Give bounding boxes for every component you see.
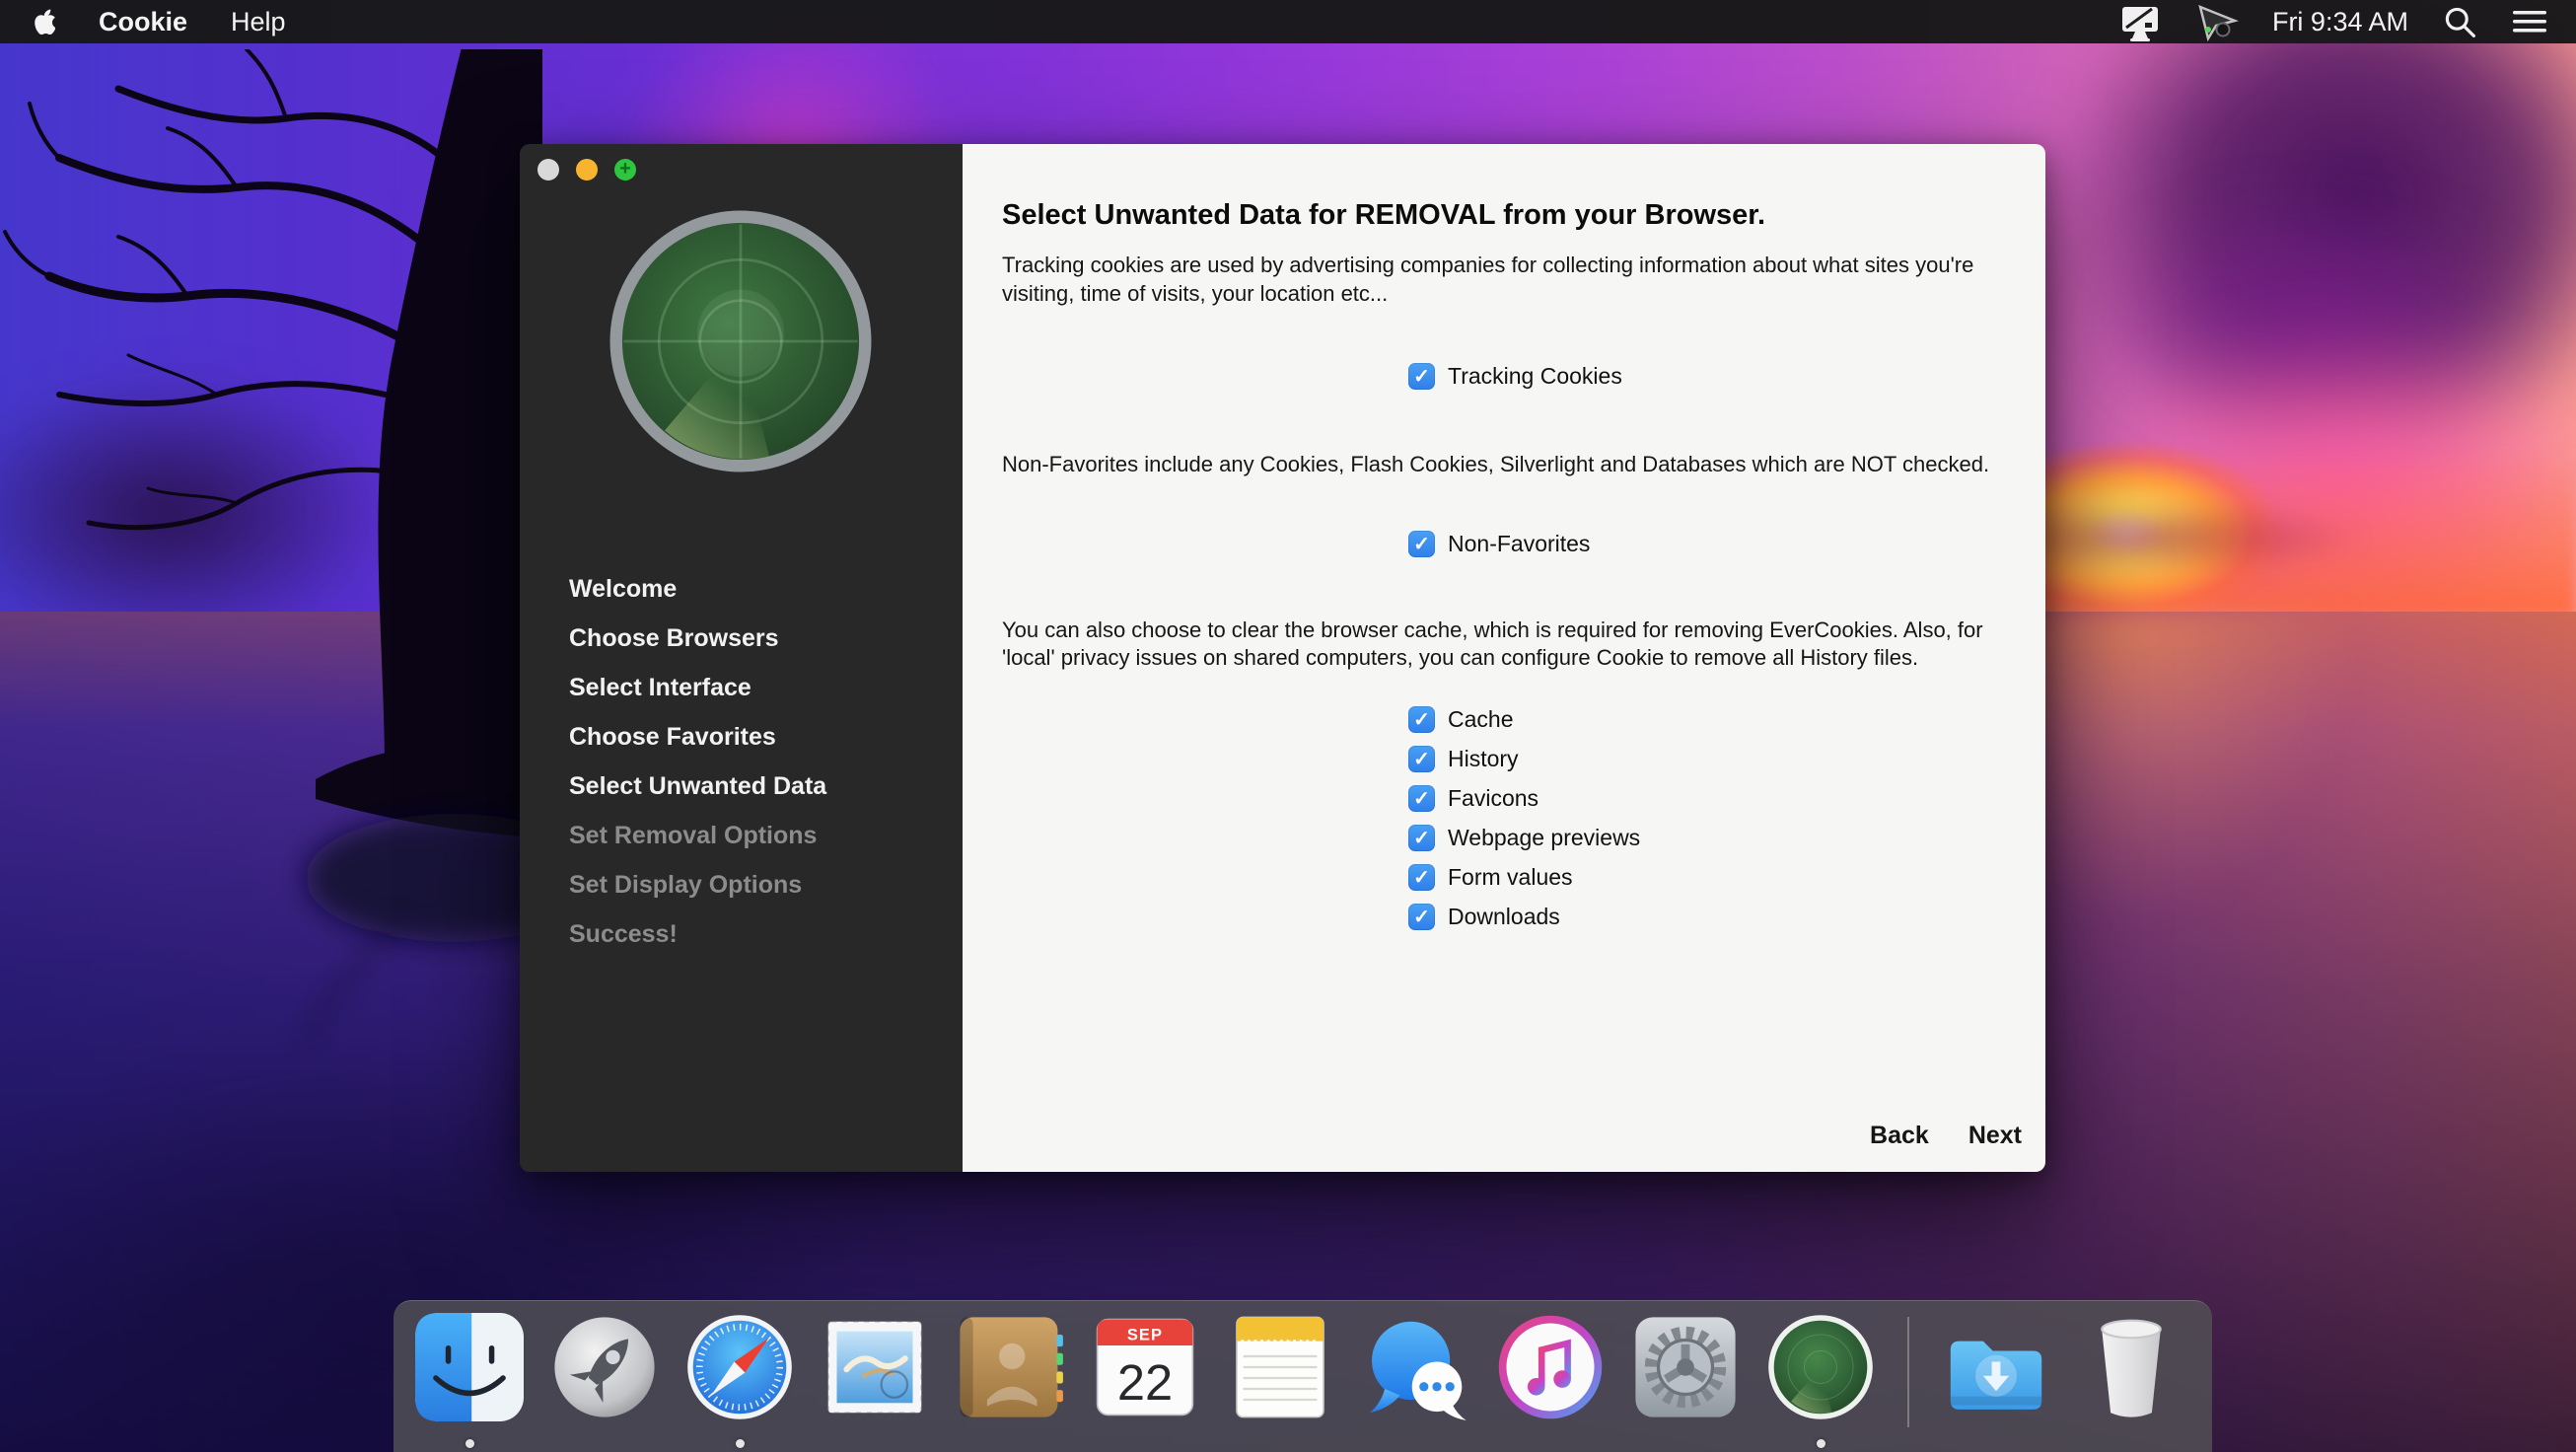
dock-icon-launchpad[interactable] [550, 1313, 659, 1421]
menu-bar-clock[interactable]: Fri 9:34 AM [2272, 7, 2408, 37]
display-icon[interactable] [2118, 1, 2162, 42]
menu-help[interactable]: Help [231, 7, 286, 37]
running-indicator [736, 1439, 745, 1448]
cache-row: Cache [1408, 700, 2045, 740]
webpage-previews-row: Webpage previews [1408, 819, 2045, 858]
page-title: Select Unwanted Data for REMOVAL from yo… [1002, 199, 1986, 232]
cookie-radar-logo [605, 205, 877, 482]
cookie-window: + [520, 144, 2045, 1172]
favicons-row: Favicons [1408, 779, 2045, 819]
dock-icon-finder[interactable] [415, 1313, 524, 1421]
cache-checkbox[interactable] [1408, 706, 1435, 733]
dock-icon-notes[interactable] [1226, 1313, 1334, 1421]
running-indicator [465, 1439, 474, 1448]
dock-icon-safari[interactable] [685, 1313, 794, 1421]
favicons-checkbox[interactable] [1408, 785, 1435, 812]
dock-icon-system-preferences[interactable] [1631, 1313, 1740, 1421]
step-set-removal-options: Set Removal Options [569, 811, 826, 860]
dock: SEP 22 [394, 1300, 2212, 1452]
running-indicator [1817, 1439, 1825, 1448]
webpage-previews-label: Webpage previews [1448, 825, 1640, 851]
zoom-button[interactable]: + [614, 159, 636, 181]
data-options-list: Cache History Favicons Webpage previews … [963, 700, 2045, 937]
svg-text:SEP: SEP [1127, 1327, 1163, 1344]
nonfavorites-label: Non-Favorites [1448, 531, 1590, 557]
history-row: History [1408, 740, 2045, 779]
downloads-row: Downloads [1408, 898, 2045, 937]
traffic-lights: + [537, 159, 636, 181]
menu-bar: Cookie Help Fri 9:34 AM [0, 0, 2576, 43]
history-label: History [1448, 746, 1519, 772]
menu-cookie[interactable]: Cookie [99, 7, 187, 37]
desktop: Cookie Help Fri 9:34 AM [0, 0, 2576, 1452]
step-choose-favorites[interactable]: Choose Favorites [569, 712, 826, 762]
downloads-label: Downloads [1448, 904, 1560, 930]
dock-divider [1907, 1317, 1909, 1427]
form-values-checkbox[interactable] [1408, 864, 1435, 891]
dock-icon-messages[interactable] [1361, 1313, 1469, 1421]
svg-text:22: 22 [1117, 1354, 1173, 1411]
dock-icon-mail[interactable] [821, 1313, 929, 1421]
dock-icon-trash[interactable] [2077, 1313, 2185, 1421]
dock-icon-cookie[interactable] [1766, 1313, 1875, 1421]
cursor-icon[interactable] [2195, 1, 2239, 42]
back-button[interactable]: Back [1870, 1122, 1929, 1150]
wizard-steps: Welcome Choose Browsers Select Interface… [569, 564, 826, 959]
window-sidebar: + [520, 144, 963, 1172]
tracking-cookies-checkbox[interactable] [1408, 363, 1435, 390]
form-values-row: Form values [1408, 858, 2045, 898]
dock-icon-itunes[interactable] [1496, 1313, 1605, 1421]
step-set-display-options: Set Display Options [569, 860, 826, 909]
step-choose-browsers[interactable]: Choose Browsers [569, 614, 826, 663]
dock-icon-calendar[interactable]: SEP 22 [1091, 1313, 1199, 1421]
tracking-cookies-row: Tracking Cookies [1408, 363, 2045, 390]
dock-icon-downloads-folder[interactable] [1942, 1313, 2050, 1421]
cache-label: Cache [1448, 706, 1513, 733]
tracking-cookies-label: Tracking Cookies [1448, 363, 1622, 390]
favicons-label: Favicons [1448, 785, 1538, 812]
dock-icon-contacts[interactable] [956, 1313, 1064, 1421]
step-welcome[interactable]: Welcome [569, 564, 826, 614]
intro-text: Tracking cookies are used by advertising… [1002, 252, 2028, 308]
close-button[interactable] [537, 159, 559, 181]
next-button[interactable]: Next [1968, 1122, 2022, 1150]
form-values-label: Form values [1448, 864, 1573, 891]
nonfavorites-info-text: Non-Favorites include any Cookies, Flash… [1002, 451, 2028, 479]
step-select-unwanted-data[interactable]: Select Unwanted Data [569, 762, 826, 811]
apple-logo-icon [30, 7, 55, 37]
minimize-button[interactable] [576, 159, 598, 181]
nonfavorites-row: Non-Favorites [1408, 531, 2045, 557]
cache-info-text: You can also choose to clear the browser… [1002, 617, 2028, 673]
downloads-checkbox[interactable] [1408, 904, 1435, 930]
nonfavorites-checkbox[interactable] [1408, 531, 1435, 557]
tree-silhouette [0, 49, 542, 1134]
wizard-footer: Back Next [1870, 1122, 2022, 1150]
webpage-previews-checkbox[interactable] [1408, 825, 1435, 851]
notification-center-icon[interactable] [2511, 6, 2548, 37]
step-select-interface[interactable]: Select Interface [569, 663, 826, 712]
history-checkbox[interactable] [1408, 746, 1435, 772]
search-icon[interactable] [2442, 4, 2477, 39]
apple-menu[interactable] [30, 7, 55, 37]
step-success: Success! [569, 909, 826, 959]
window-content: Select Unwanted Data for REMOVAL from yo… [963, 144, 2045, 1172]
